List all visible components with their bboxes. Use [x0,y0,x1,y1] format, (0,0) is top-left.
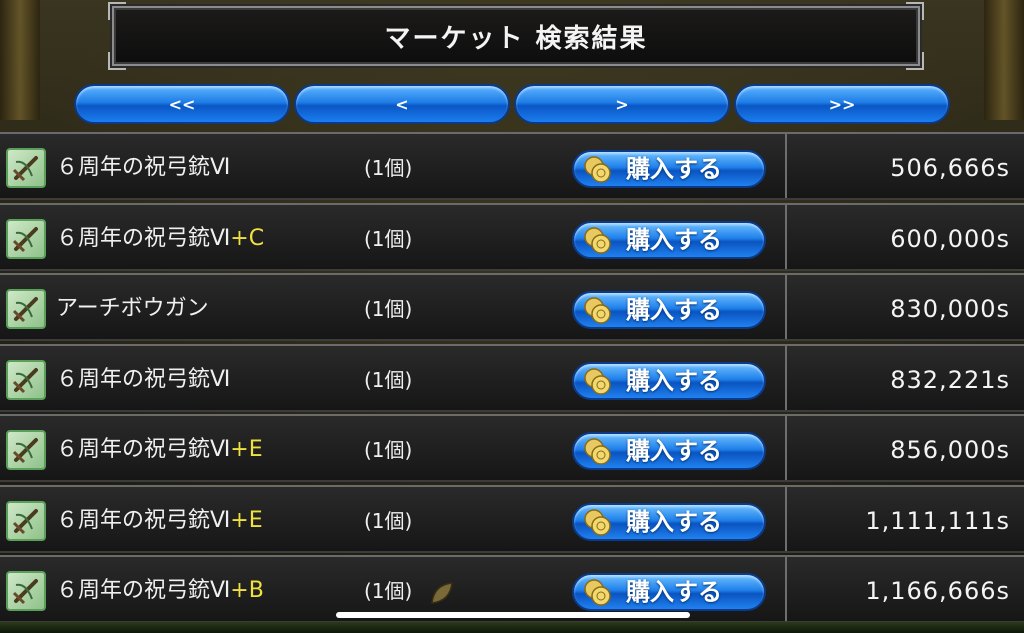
corner-ornament [108,2,126,20]
buy-button[interactable]: 購入する [572,150,766,188]
list-item: ６周年の祝弓銃Ⅵ (1個) 購入する 506,666s [0,132,1024,200]
item-price: 832,221s [890,365,1010,394]
crossbow-icon [6,218,46,259]
list-item: ６周年の祝弓銃Ⅵ+E (1個) 購入する 1,111,111s [0,484,1024,555]
buy-button[interactable]: 購入する [572,361,766,400]
buy-button-label: 購入する [626,296,722,324]
buy-button-label: 購入する [626,437,722,465]
item-name-text: ６周年の祝弓銃Ⅵ [56,578,231,603]
buy-button[interactable]: 購入する [572,573,766,611]
leaf-icon [431,582,453,604]
crossbow-icon [6,500,46,541]
item-name: アーチボウガン [56,275,209,343]
column-divider [785,416,787,480]
buy-button-label: 購入する [626,578,722,606]
item-price: 506,666s [890,154,1010,182]
item-suffix: +B [230,578,264,603]
crossbow-icon [6,430,46,470]
item-quantity: (1個) [364,297,413,321]
column-divider [785,557,787,621]
item-price: 1,111,111s [865,506,1010,535]
item-quantity: (1個) [364,438,413,462]
corner-ornament [108,52,126,70]
coin-icon [584,226,611,254]
crossbow-icon [6,289,46,329]
coin-icon [584,297,611,324]
crossbow-icon [6,359,46,400]
item-price: 600,000s [890,224,1010,253]
buy-button[interactable]: 購入する [572,220,766,259]
column-divider [785,204,787,269]
buy-button-label: 購入する [626,507,722,536]
result-list: ６周年の祝弓銃Ⅵ (1個) 購入する 506,666s ６周年の祝弓銃Ⅵ+C (… [0,132,1024,622]
coin-icon [584,508,611,536]
item-price: 1,166,666s [865,577,1010,605]
coin-icon [584,579,611,606]
column-divider [785,275,787,339]
buy-button-label: 購入する [626,155,722,183]
prev-page-button[interactable]: < [294,84,510,124]
list-item: ６周年の祝弓銃Ⅵ+C (1個) 購入する 600,000s [0,202,1024,273]
column-divider [785,134,787,198]
item-quantity: (1個) [364,367,413,392]
coin-icon [584,367,611,395]
buy-button-label: 購入する [626,366,722,395]
item-price: 830,000s [890,295,1010,323]
item-name: ６周年の祝弓銃Ⅵ+B [56,557,264,622]
item-name: ６周年の祝弓銃Ⅵ [56,346,230,414]
item-suffix: +C [230,225,265,251]
item-quantity: (1個) [364,226,413,251]
item-name-text: ６周年の祝弓銃Ⅵ [56,225,231,251]
list-item: ６周年の祝弓銃Ⅵ (1個) 購入する 832,221s [0,343,1024,414]
left-pillar-decoration [0,0,40,120]
first-page-button[interactable]: << [74,84,290,124]
item-name-text: ６周年の祝弓銃Ⅵ [56,507,231,533]
item-price: 856,000s [890,436,1010,464]
right-pillar-decoration [984,0,1024,120]
item-name-text: ６周年の祝弓銃Ⅵ [56,437,231,462]
bottom-strip [0,622,1024,633]
item-quantity: (1個) [364,156,413,180]
home-indicator[interactable] [336,612,690,618]
item-suffix: +E [230,507,263,533]
coin-icon [584,438,611,465]
item-name-text: ６周年の祝弓銃Ⅵ [56,366,231,392]
item-name: ６周年の祝弓銃Ⅵ [56,134,230,202]
pagination: << < > >> [74,84,950,124]
item-suffix: +E [230,437,263,462]
item-name: ６周年の祝弓銃Ⅵ+E [56,416,263,484]
column-divider [785,345,787,410]
item-name-text: ６周年の祝弓銃Ⅵ [56,155,231,180]
title-bar: マーケット 検索結果 [108,2,924,70]
buy-button[interactable]: 購入する [572,291,766,329]
list-item: ６周年の祝弓銃Ⅵ+E (1個) 購入する 856,000s [0,414,1024,482]
last-page-button[interactable]: >> [734,84,950,124]
item-name: ６周年の祝弓銃Ⅵ+E [56,487,263,555]
item-quantity: (1個) [364,508,413,533]
next-page-button[interactable]: > [514,84,730,124]
crossbow-icon [6,571,46,611]
buy-button-label: 購入する [626,225,722,254]
crossbow-icon [6,148,46,188]
corner-ornament [906,52,924,70]
buy-button[interactable]: 購入する [572,502,766,541]
list-item: アーチボウガン (1個) 購入する 830,000s [0,273,1024,341]
item-name: ６周年の祝弓銃Ⅵ+C [56,205,264,273]
page-title: マーケット 検索結果 [384,23,648,54]
coin-icon [584,156,611,183]
corner-ornament [906,2,924,20]
column-divider [785,486,787,551]
item-name-text: アーチボウガン [56,296,209,321]
buy-button[interactable]: 購入する [572,432,766,470]
